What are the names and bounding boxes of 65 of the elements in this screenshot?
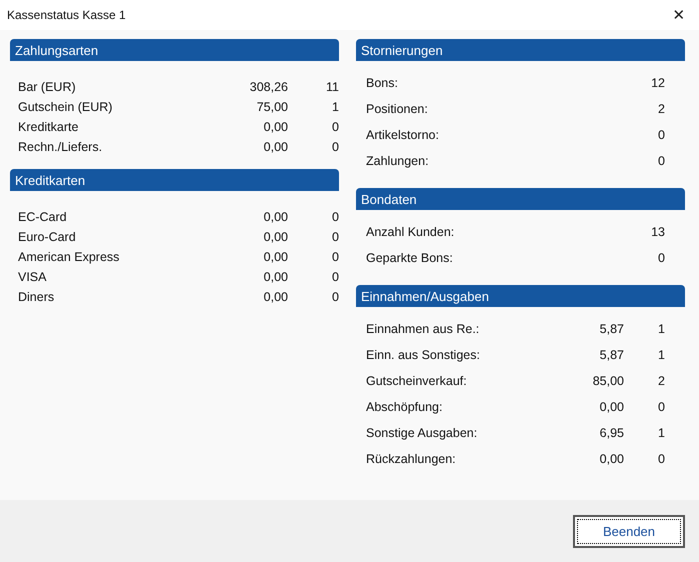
section-header: Einnahmen/Ausgaben xyxy=(356,285,685,307)
row-label: Abschöpfung: xyxy=(366,400,444,414)
count-value: 1 xyxy=(657,426,665,440)
count-value: 0 xyxy=(331,140,339,154)
amount-value: 0,00 xyxy=(598,452,624,466)
count-value: 12 xyxy=(650,76,665,90)
window-title: Kassenstatus Kasse 1 xyxy=(7,8,126,22)
section-header: Bondaten xyxy=(356,188,685,210)
amount-value: 0,00 xyxy=(262,270,288,284)
count-value: 0 xyxy=(331,210,339,224)
row-label: Bons: xyxy=(366,76,399,90)
row-label: Rechn./Liefers. xyxy=(18,140,104,154)
section-header: Stornierungen xyxy=(356,39,685,61)
count-value: 0 xyxy=(331,270,339,284)
row-label: EC-Card xyxy=(18,210,68,224)
count-value: 2 xyxy=(657,374,665,388)
section-header: Kreditkarten xyxy=(10,169,339,191)
close-button[interactable]: ✕ xyxy=(659,0,699,30)
count-value: 2 xyxy=(657,102,665,116)
row-label: Anzahl Kunden: xyxy=(366,225,456,239)
count-value: 0 xyxy=(657,154,665,168)
row-label: Diners xyxy=(18,290,56,304)
count-value: 0 xyxy=(657,128,665,142)
section-header: Zahlungsarten xyxy=(10,39,339,61)
row-label: Kreditkarte xyxy=(18,120,80,134)
finish-button[interactable]: Beenden xyxy=(573,514,685,548)
amount-value: 0,00 xyxy=(262,140,288,154)
amount-value: 308,26 xyxy=(248,80,288,94)
count-value: 0 xyxy=(331,230,339,244)
count-value: 1 xyxy=(331,100,339,114)
row-label: Einnahmen aus Re.: xyxy=(366,322,480,336)
count-value: 0 xyxy=(657,251,665,265)
amount-value: 85,00 xyxy=(592,374,624,388)
row-label: Geparkte Bons: xyxy=(366,251,454,265)
row-label: Rückzahlungen: xyxy=(366,452,457,466)
row-label: Einn. aus Sonstiges: xyxy=(366,348,481,362)
row-label: Gutscheinverkauf: xyxy=(366,374,468,388)
row-label: Gutschein (EUR) xyxy=(18,100,114,114)
amount-value: 0,00 xyxy=(598,400,624,414)
amount-value: 0,00 xyxy=(262,250,288,264)
row-label: Sonstige Ausgaben: xyxy=(366,426,478,440)
count-value: 1 xyxy=(657,322,665,336)
count-value: 0 xyxy=(657,452,665,466)
amount-value: 6,95 xyxy=(598,426,624,440)
count-value: 11 xyxy=(325,80,339,94)
amount-value: 0,00 xyxy=(262,290,288,304)
amount-value: 5,87 xyxy=(598,348,624,362)
row-label: Euro-Card xyxy=(18,230,77,244)
row-label: Zahlungen: xyxy=(366,154,430,168)
count-value: 0 xyxy=(657,400,665,414)
count-value: 0 xyxy=(331,120,339,134)
amount-value: 0,00 xyxy=(262,120,288,134)
count-value: 0 xyxy=(331,250,339,264)
amount-value: 75,00 xyxy=(256,100,288,114)
count-value: 0 xyxy=(331,290,339,304)
row-label: VISA xyxy=(18,270,48,284)
row-label: Positionen: xyxy=(366,102,429,116)
row-label: Artikelstorno: xyxy=(366,128,440,142)
row-label: Bar (EUR) xyxy=(18,80,77,94)
row-label: American Express xyxy=(18,250,120,264)
count-value: 13 xyxy=(650,225,665,239)
amount-value: 0,00 xyxy=(262,210,288,224)
amount-value: 5,87 xyxy=(598,322,624,336)
count-value: 1 xyxy=(657,348,665,362)
amount-value: 0,00 xyxy=(262,230,288,244)
